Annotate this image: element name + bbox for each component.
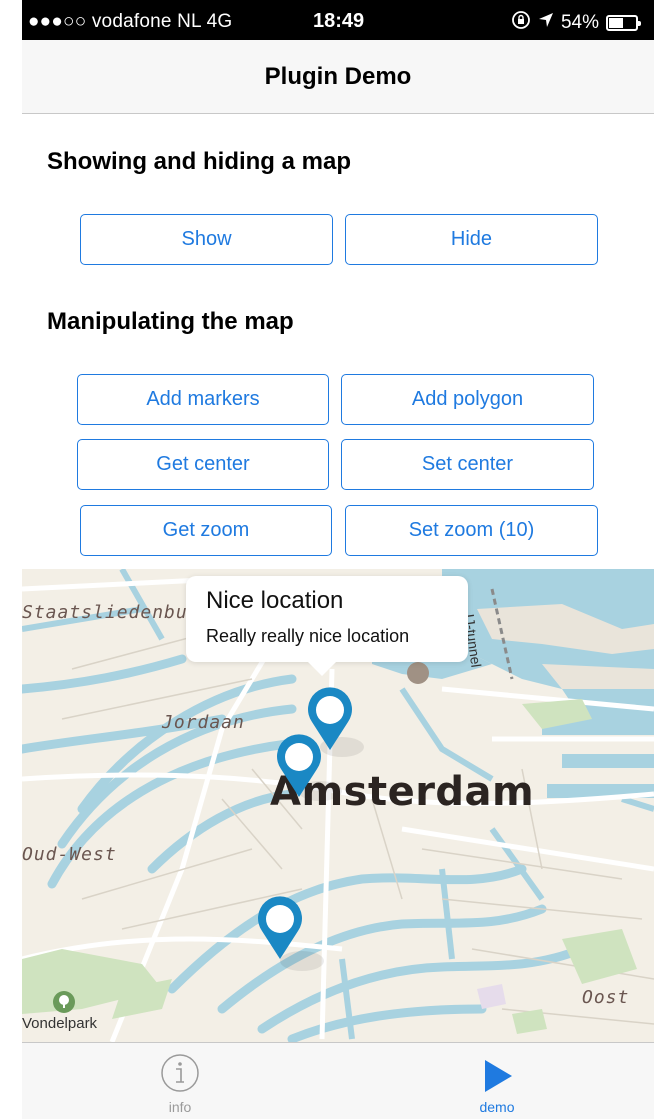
carrier-signal: ●●●○○ vodafone NL 4G (28, 11, 233, 32)
location-arrow-icon (538, 12, 554, 34)
add-polygon-button[interactable]: Add polygon (341, 374, 594, 425)
map-label-vondelpark: Vondelpark (22, 1015, 98, 1032)
tab-info-label: info (168, 1099, 192, 1115)
map-label-oost: Oost (582, 987, 630, 1008)
map-label-oud-west: Oud-West (22, 844, 117, 865)
tab-demo-label: demo (479, 1099, 515, 1115)
callout-title: Nice location (206, 587, 344, 614)
show-button[interactable]: Show (80, 214, 333, 265)
map-pin-icon (277, 734, 321, 797)
marker-info-callout[interactable]: Nice location Really really nice locatio… (186, 576, 468, 676)
battery-percent: 54% (560, 12, 599, 33)
map-marker-pin-2[interactable] (273, 733, 325, 799)
page-title: Plugin Demo (264, 62, 412, 90)
add-markers-button[interactable]: Add markers (77, 374, 329, 425)
set-center-button[interactable]: Set center (341, 439, 594, 490)
battery-icon (606, 15, 641, 31)
get-center-button[interactable]: Get center (77, 439, 329, 490)
get-zoom-button[interactable]: Get zoom (80, 505, 332, 556)
map-label-staatsliedenbuurt: Staatsliedenbu (22, 602, 188, 623)
tab-demo[interactable]: demo (397, 1043, 597, 1119)
orientation-lock-icon (511, 10, 531, 36)
status-time: 18:49 (313, 10, 365, 32)
play-icon (483, 1059, 513, 1098)
map-marker-pin-3[interactable] (254, 895, 306, 961)
section-title-manipulate: Manipulating the map (47, 308, 294, 335)
map-label-jordaan: Jordaan (162, 712, 245, 733)
tab-info[interactable]: info (80, 1043, 280, 1119)
set-zoom-button[interactable]: Set zoom (10) (345, 505, 598, 556)
callout-subtitle: Really really nice location (206, 626, 410, 646)
section-title-show-hide: Showing and hiding a map (47, 148, 351, 175)
navigation-bar: Plugin Demo (22, 40, 654, 114)
status-bar: ●●●○○ vodafone NL 4G 18:49 54% (22, 0, 654, 40)
hide-button[interactable]: Hide (345, 214, 598, 265)
tab-bar: info demo (22, 1042, 654, 1119)
status-right: 54% (511, 10, 641, 36)
map-pin-icon (258, 896, 302, 959)
info-circle-icon (160, 1053, 200, 1098)
battery-fill (609, 18, 624, 28)
